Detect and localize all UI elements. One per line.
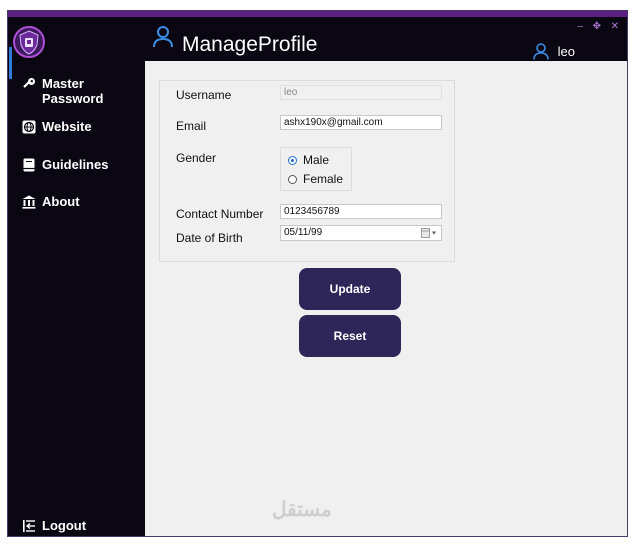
sidebar-item-label: About (42, 194, 80, 209)
globe-icon (22, 120, 36, 134)
username-label: Username (176, 88, 232, 102)
main-content: Username leo Email ashx190x@gmail.com Ge… (145, 61, 627, 536)
email-label: Email (176, 119, 207, 133)
gender-option-label: Female (303, 172, 344, 186)
date-of-birth-picker[interactable]: 05/11/99 (280, 225, 442, 241)
gender-label: Gender (176, 151, 217, 165)
user-icon (153, 26, 173, 48)
radio-unchecked-icon (288, 174, 297, 184)
contact-label: Contact Number (176, 207, 264, 221)
close-button[interactable]: ✕ (611, 21, 619, 32)
radio-checked-icon (288, 155, 297, 165)
dob-value: 05/11/99 (284, 227, 323, 238)
minimize-button[interactable]: – (577, 21, 583, 32)
logout-label: Logout (42, 518, 87, 533)
username-field: leo (280, 85, 442, 100)
sidebar-item-master-password[interactable]: Master Password (22, 76, 103, 106)
sidebar: Master Password Website Guidelines About… (8, 17, 145, 536)
current-user-name: leo (557, 44, 575, 59)
gender-female-radio[interactable]: Female (288, 172, 343, 186)
active-indicator (9, 47, 12, 79)
sidebar-item-guidelines[interactable]: Guidelines (22, 157, 108, 172)
app-window: Master Password Website Guidelines About… (7, 10, 628, 537)
dob-label: Date of Birth (176, 231, 243, 245)
key-icon (23, 78, 35, 88)
gender-group: Male Female (280, 147, 352, 191)
profile-form-panel: Username leo Email ashx190x@gmail.com Ge… (159, 80, 455, 262)
reset-button[interactable]: Reset (299, 315, 401, 357)
logout-button[interactable]: Logout (22, 518, 86, 533)
gender-option-label: Male (303, 153, 330, 167)
sidebar-item-label: Website (42, 119, 92, 134)
sidebar-item-label: Password (42, 91, 104, 106)
bank-icon (22, 195, 36, 209)
account-icon (533, 43, 549, 60)
page-title: ManageProfile (182, 33, 318, 56)
maximize-button[interactable]: ✥ (593, 21, 601, 32)
calendar-dropdown-icon[interactable] (421, 228, 439, 238)
shield-logo-icon (13, 26, 45, 58)
header-bar: ManageProfile – ✥ ✕ leo (145, 17, 627, 61)
email-field[interactable]: ashx190x@gmail.com (280, 115, 442, 130)
sidebar-item-about[interactable]: About (22, 194, 80, 209)
sidebar-item-label: Guidelines (42, 157, 109, 172)
contact-number-field[interactable]: 0123456789 (280, 204, 442, 219)
sidebar-item-website[interactable]: Website (22, 119, 92, 134)
watermark-logo: مستقل (272, 499, 332, 521)
book-icon (23, 158, 35, 172)
gender-male-radio[interactable]: Male (288, 153, 329, 167)
logout-icon (23, 520, 35, 532)
update-button[interactable]: Update (299, 268, 401, 310)
sidebar-item-label: Master (42, 76, 84, 91)
